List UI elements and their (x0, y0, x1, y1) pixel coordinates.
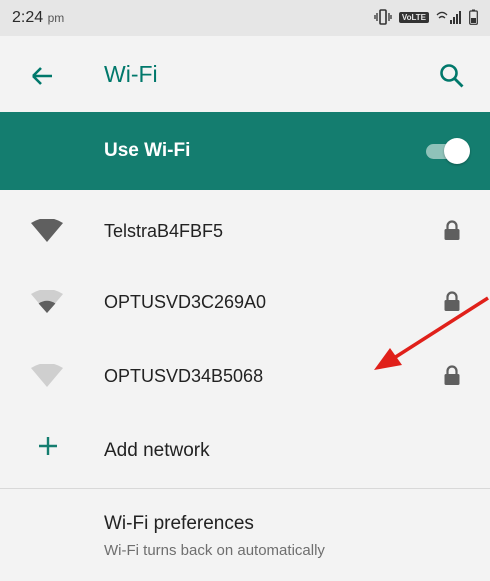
app-bar: Wi-Fi (0, 36, 490, 112)
status-time: 2:24 pm (12, 9, 64, 27)
network-row-optusvd3c269a0[interactable]: OPTUSVD3C269A0 (0, 268, 490, 340)
cell-signal-icon (436, 11, 461, 24)
use-wifi-label: Use Wi-Fi (104, 140, 191, 161)
wifi-signal-weak-icon (31, 364, 63, 387)
search-icon[interactable] (434, 58, 470, 94)
add-network-label: Add network (104, 440, 210, 461)
network-name: OPTUSVD34B5068 (104, 366, 264, 386)
wifi-preferences-row[interactable]: Wi-Fi preferences Wi-Fi turns back on au… (0, 489, 490, 581)
toggle-thumb (444, 138, 470, 164)
lock-icon (444, 291, 460, 311)
page-title: Wi-Fi (104, 61, 158, 87)
wifi-signal-full-icon (31, 219, 63, 242)
arrow-back-icon[interactable] (24, 58, 60, 94)
lock-icon (444, 220, 460, 240)
wifi-preferences-subtitle: Wi-Fi turns back on automatically (104, 542, 325, 559)
lock-icon (444, 365, 460, 385)
network-row-telstrab4fbf5[interactable]: TelstraB4FBF5 (0, 197, 490, 269)
network-name: TelstraB4FBF5 (104, 221, 224, 241)
status-icons: VoLTE (374, 9, 478, 25)
plus-icon (39, 437, 57, 455)
battery-icon (469, 9, 478, 25)
wifi-preferences-title: Wi-Fi preferences (104, 513, 254, 534)
add-network-row[interactable]: Add network (0, 414, 490, 486)
status-time-ampm: pm (47, 11, 65, 25)
status-bar: 2:24 pm VoLTE (0, 0, 490, 36)
use-wifi-row[interactable]: Use Wi-Fi (0, 112, 490, 190)
network-row-optusvd34b5068[interactable]: OPTUSVD34B5068 (0, 342, 490, 414)
status-time-value: 2:24 (12, 9, 44, 26)
wifi-toggle-switch[interactable] (424, 138, 470, 164)
vibrate-icon (374, 9, 392, 25)
wifi-signal-medium-icon (31, 290, 63, 313)
volte-icon: VoLTE (398, 11, 429, 23)
network-name: OPTUSVD3C269A0 (104, 292, 267, 312)
